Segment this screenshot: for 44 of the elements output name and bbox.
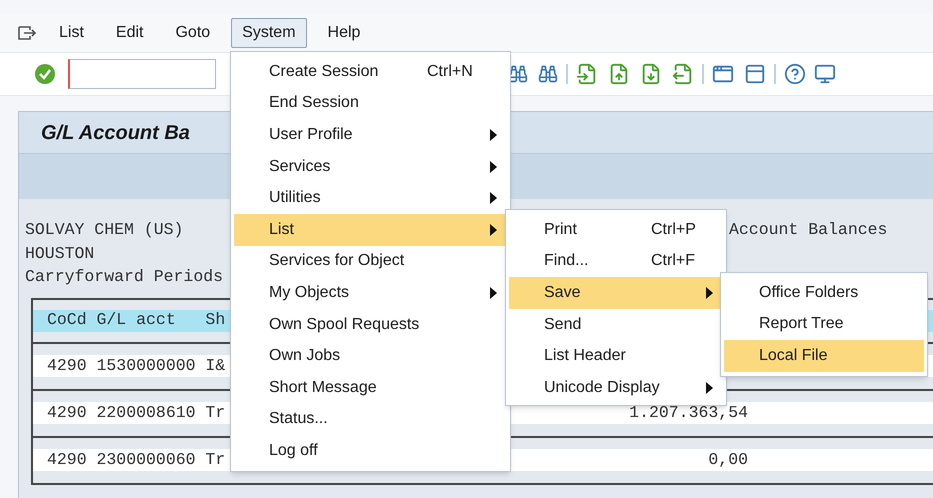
report-header-line: SOLVAY CHEM (US) [25,220,184,240]
next-page-icon[interactable] [640,63,662,85]
report-header-line: HOUSTON [25,244,94,263]
shortcut-label: Ctrl+F [651,251,696,272]
menu-item[interactable]: End Session [234,88,507,120]
new-window-icon[interactable] [712,63,734,85]
help-icon[interactable] [784,63,806,85]
table-cell: 4290 2200008610 Tr [47,402,226,422]
find-icon[interactable] [508,64,528,84]
find-next-icon[interactable] [538,64,558,84]
menu-item[interactable]: Utilities [234,182,507,214]
menu-item[interactable]: Status... [234,404,507,436]
menu-item[interactable]: Own Jobs [234,340,507,372]
menu-item[interactable]: Services [234,150,507,182]
menu-item[interactable]: Services for Object [234,246,507,278]
screen-title: G/L Account Ba [41,120,190,146]
menu-bar-item[interactable]: Edit [104,18,154,48]
table-cell: 4290 1530000000 I& [47,356,226,375]
menu-item[interactable]: Log off [234,435,507,467]
menu-item[interactable]: User Profile [234,119,507,151]
menu-item[interactable]: Local File [724,340,924,372]
menu-bar-item[interactable]: Help [316,18,372,48]
command-field[interactable] [68,59,216,89]
report-title: Account Balances [729,219,888,242]
report-header-line: Carryforward Periods [25,267,224,286]
menu-bar-item[interactable]: System [231,18,307,48]
menu-item[interactable]: List [234,214,507,246]
menu-item[interactable]: Office Folders [724,277,924,309]
check-icon[interactable] [34,63,56,85]
menu-item[interactable]: Print Ctrl+P [509,214,723,246]
menu-item[interactable]: Short Message [234,372,507,404]
amount-cell-text: 1.207.363,54 [629,402,748,424]
menu-item[interactable]: List Header [509,340,723,372]
menu-item[interactable]: Unicode Display [509,372,723,404]
amount-cell-text: 0,00 [708,448,748,471]
menu-item[interactable]: Find... Ctrl+F [509,246,723,278]
menu-item[interactable]: My Objects [234,277,507,309]
shortcut-label: Ctrl+N [427,62,474,82]
previous-page-icon[interactable] [608,63,630,85]
menu-bar-item[interactable]: Goto [164,18,222,48]
menu-item[interactable]: Save [509,277,723,309]
menu-bar-item[interactable]: List [48,18,95,48]
shortcut-label: Ctrl+P [651,220,697,240]
table-cell: 4290 2300000060 Tr [47,450,226,469]
